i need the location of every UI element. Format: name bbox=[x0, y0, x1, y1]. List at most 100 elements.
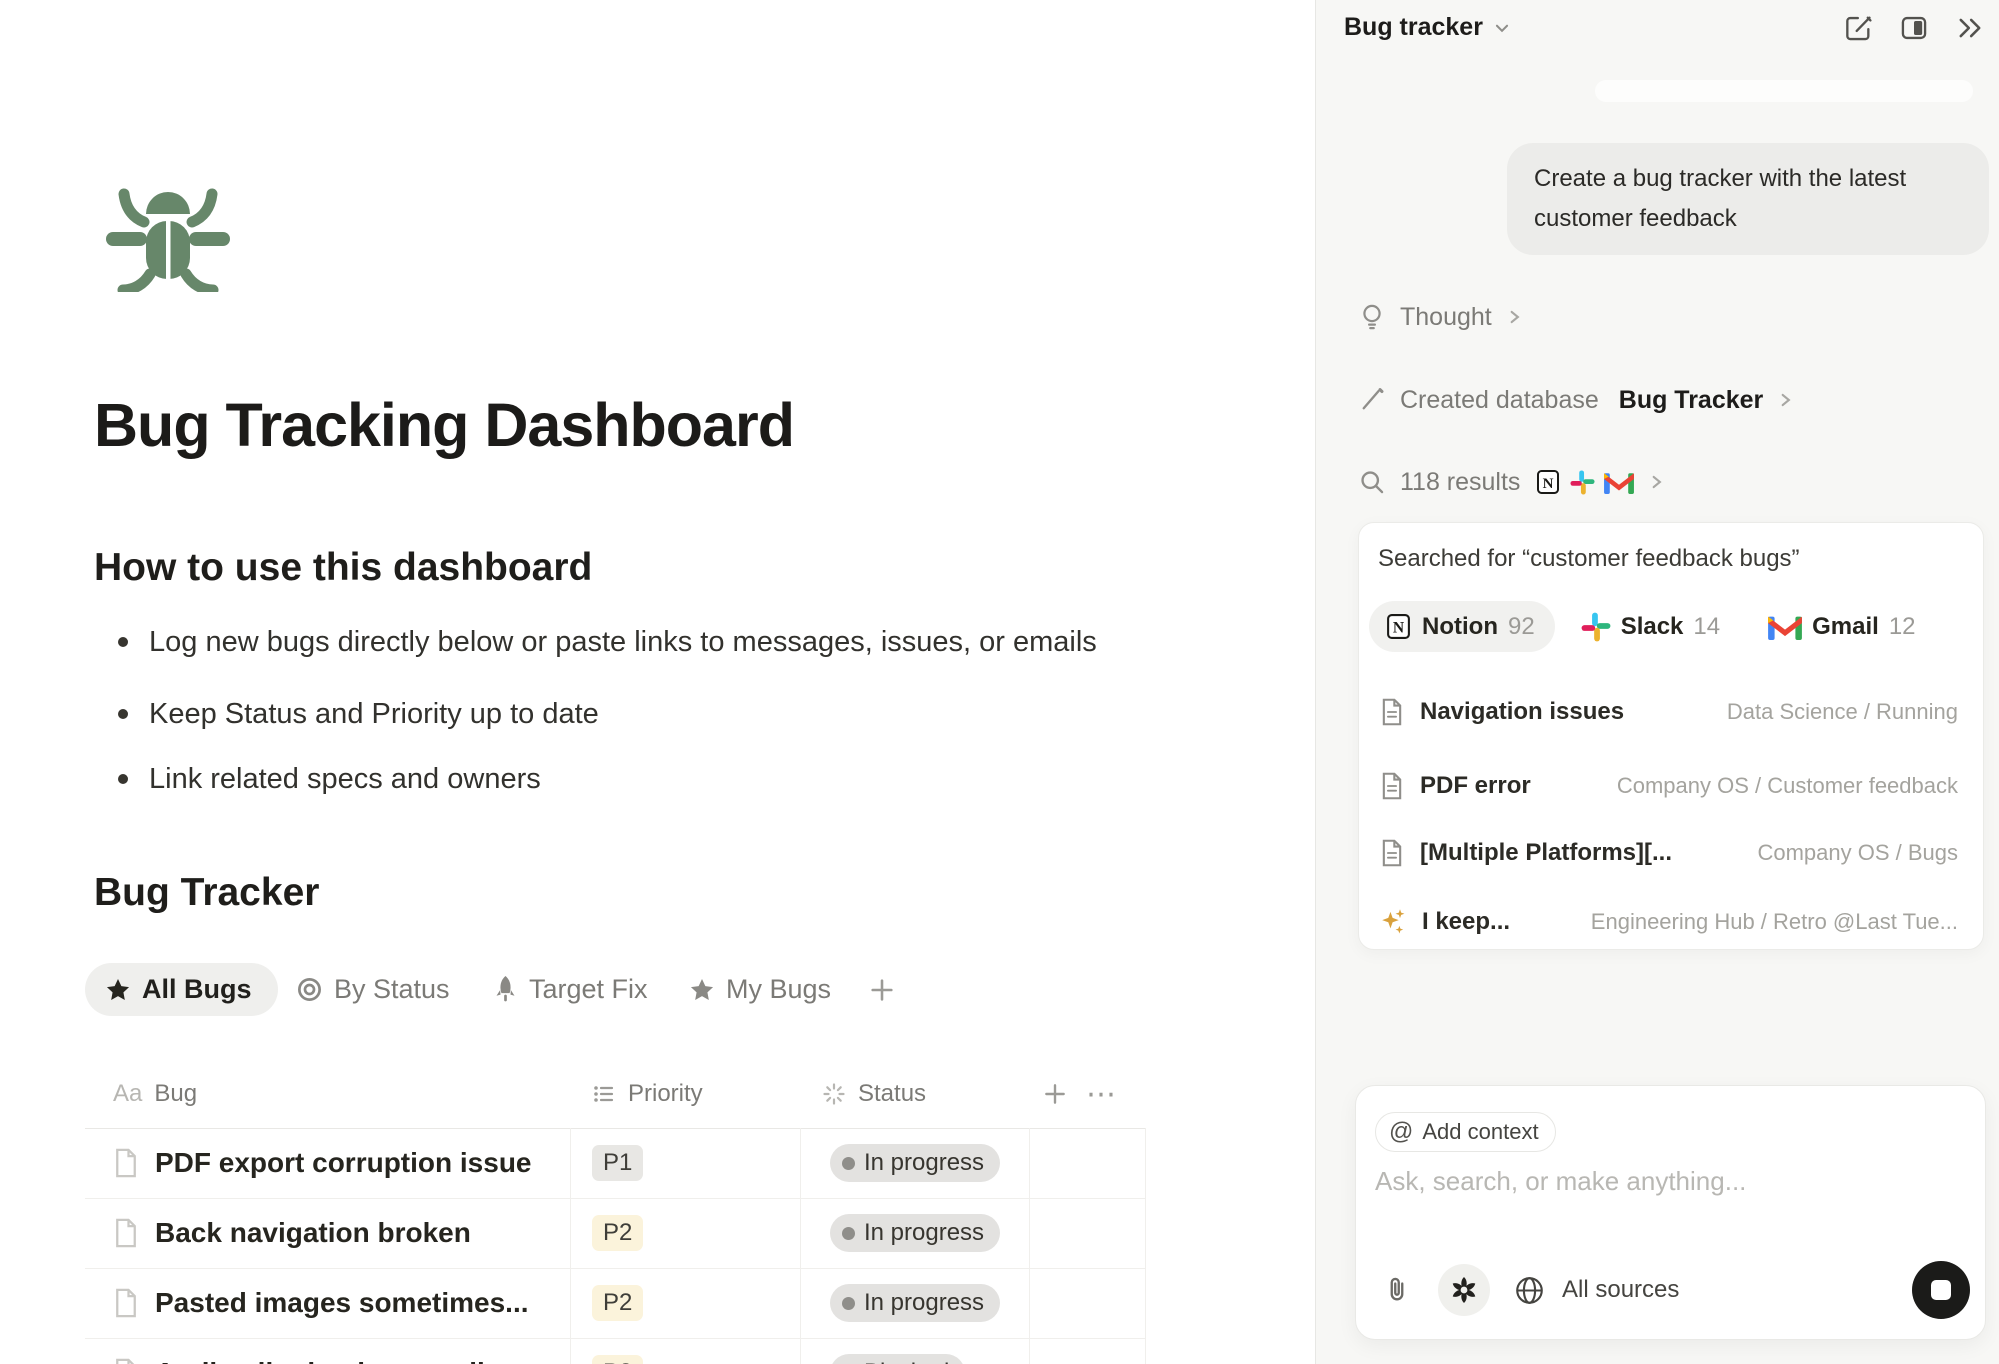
column-label: Priority bbox=[628, 1080, 703, 1108]
column-label: Status bbox=[858, 1080, 926, 1108]
tab-label: My Bugs bbox=[726, 974, 831, 1005]
result-title: [Multiple Platforms][... bbox=[1420, 839, 1672, 867]
panel-title: Bug tracker bbox=[1344, 13, 1483, 42]
stop-button[interactable] bbox=[1912, 1261, 1970, 1319]
priority-badge[interactable]: P2 bbox=[592, 1285, 643, 1321]
search-card-title: Searched for “customer feedback bugs” bbox=[1378, 545, 1800, 573]
tab-label: All Bugs bbox=[142, 974, 252, 1005]
bug-page-icon[interactable] bbox=[100, 180, 236, 292]
howto-bullet: Link related specs and owners bbox=[94, 763, 541, 796]
tab-target-fix[interactable]: Target Fix bbox=[493, 963, 648, 1016]
step-thought[interactable]: Thought bbox=[1359, 300, 1522, 334]
slack-icon bbox=[1570, 470, 1595, 495]
source-count: 14 bbox=[1693, 613, 1720, 641]
notion-icon: N bbox=[1535, 469, 1561, 495]
select-property-icon bbox=[592, 1082, 616, 1106]
composer-input[interactable]: Ask, search, or make anything... bbox=[1375, 1166, 1746, 1197]
at-icon: @ bbox=[1389, 1118, 1413, 1146]
page-icon bbox=[113, 1358, 139, 1364]
column-header-bug[interactable]: Aa Bug bbox=[113, 1066, 197, 1122]
source-chip-notion[interactable]: N Notion 92 bbox=[1369, 601, 1555, 652]
tab-all-bugs[interactable]: All Bugs bbox=[85, 963, 278, 1016]
page-icon bbox=[113, 1288, 139, 1318]
all-sources-button[interactable]: All sources bbox=[1562, 1276, 1679, 1304]
howto-heading: How to use this dashboard bbox=[94, 546, 592, 590]
howto-bullet: Keep Status and Priority up to date bbox=[94, 698, 599, 731]
target-icon bbox=[296, 976, 323, 1003]
step-search-results[interactable]: 118 results N bbox=[1359, 465, 1664, 499]
window: Bug Tracking Dashboard How to use this d… bbox=[0, 0, 1999, 1364]
add-context-button[interactable]: @ Add context bbox=[1375, 1112, 1556, 1152]
source-chips: N Notion 92 Slack 14 Gmail bbox=[1369, 601, 1916, 652]
scrolled-message-remnant bbox=[1595, 80, 1973, 102]
add-view-button[interactable] bbox=[868, 963, 896, 1016]
notion-icon: N bbox=[1385, 613, 1412, 640]
table-row[interactable]: PDF export corruption issue P1 In progre… bbox=[85, 1128, 1145, 1198]
search-result-item[interactable]: [Multiple Platforms][... Company OS / Bu… bbox=[1359, 836, 1985, 870]
add-column-button[interactable] bbox=[1042, 1066, 1068, 1122]
status-badge[interactable]: Blocked bbox=[830, 1354, 965, 1364]
svg-text:N: N bbox=[1393, 620, 1405, 637]
attachment-icon[interactable] bbox=[1384, 1276, 1410, 1304]
tracker-heading: Bug Tracker bbox=[94, 871, 319, 915]
panel-toggle-icon[interactable] bbox=[1900, 14, 1928, 42]
howto-bullet: Log new bugs directly below or paste lin… bbox=[94, 626, 1097, 659]
sparkle-icon bbox=[1380, 908, 1406, 936]
star-icon bbox=[105, 977, 131, 1003]
divider bbox=[1145, 1128, 1146, 1364]
composer-toolbar: All sources bbox=[1384, 1261, 1970, 1319]
status-property-icon bbox=[822, 1082, 846, 1106]
plus-icon bbox=[868, 976, 896, 1004]
column-header-status[interactable]: Status bbox=[822, 1066, 926, 1122]
status-badge[interactable]: In progress bbox=[830, 1214, 1000, 1252]
tab-my-bugs[interactable]: My Bugs bbox=[689, 963, 831, 1016]
chevron-right-icon bbox=[1778, 391, 1793, 409]
svg-text:N: N bbox=[1543, 476, 1554, 492]
tab-by-status[interactable]: By Status bbox=[296, 963, 450, 1016]
ai-side-panel: Bug tracker Create a bug tracker with th… bbox=[1315, 0, 1999, 1364]
search-result-item[interactable]: PDF error Company OS / Customer feedback bbox=[1359, 769, 1985, 803]
result-path: Company OS / Customer feedback bbox=[1617, 773, 1958, 799]
page-title: Bug Tracking Dashboard bbox=[94, 390, 794, 460]
step-target: Bug Tracker bbox=[1619, 386, 1764, 415]
panel-title-menu[interactable]: Bug tracker bbox=[1344, 13, 1511, 42]
search-result-item[interactable]: Navigation issues Data Science / Running bbox=[1359, 695, 1985, 729]
source-chip-gmail[interactable]: Gmail 12 bbox=[1768, 613, 1915, 641]
source-name: Slack bbox=[1621, 613, 1684, 641]
step-label: Thought bbox=[1400, 303, 1492, 332]
chevron-right-icon bbox=[1507, 308, 1522, 326]
column-header-priority[interactable]: Priority bbox=[592, 1066, 703, 1122]
source-chip-slack[interactable]: Slack 14 bbox=[1581, 612, 1720, 642]
gmail-icon bbox=[1768, 614, 1802, 640]
document-icon bbox=[1380, 772, 1404, 800]
tab-label: Target Fix bbox=[529, 974, 648, 1005]
table-row[interactable]: Pasted images sometimes... P2 In progres… bbox=[85, 1268, 1145, 1338]
status-badge[interactable]: In progress bbox=[830, 1144, 1000, 1182]
column-label: Bug bbox=[154, 1080, 197, 1108]
collapse-panel-icon[interactable] bbox=[1955, 14, 1985, 42]
table-row[interactable]: Audio clipping in recordings P2 Blocked bbox=[85, 1338, 1145, 1364]
result-title: I keep... bbox=[1422, 908, 1510, 936]
rocket-icon bbox=[493, 976, 518, 1003]
composer: @ Add context Ask, search, or make anyth… bbox=[1355, 1085, 1986, 1340]
bug-title: Audio clipping in recordings bbox=[155, 1357, 535, 1364]
status-badge[interactable]: In progress bbox=[830, 1284, 1000, 1322]
table-more-button[interactable]: ⋯ bbox=[1086, 1066, 1118, 1122]
source-count: 92 bbox=[1508, 613, 1535, 641]
openai-model-button[interactable] bbox=[1438, 1264, 1490, 1316]
bug-title: PDF export corruption issue bbox=[155, 1147, 532, 1179]
globe-icon bbox=[1515, 1276, 1544, 1305]
compose-icon[interactable] bbox=[1845, 14, 1873, 42]
gmail-icon bbox=[1604, 471, 1634, 494]
tab-label: By Status bbox=[334, 974, 450, 1005]
priority-badge[interactable]: P2 bbox=[592, 1215, 643, 1251]
priority-badge[interactable]: P2 bbox=[592, 1355, 643, 1364]
result-title: Navigation issues bbox=[1420, 698, 1624, 726]
priority-badge[interactable]: P1 bbox=[592, 1145, 643, 1181]
source-name: Gmail bbox=[1812, 613, 1879, 641]
openai-icon bbox=[1449, 1275, 1479, 1305]
search-result-item[interactable]: I keep... Engineering Hub / Retro @Last … bbox=[1359, 905, 1985, 939]
step-created-database[interactable]: Created database Bug Tracker bbox=[1359, 383, 1793, 417]
table-row[interactable]: Back navigation broken P2 In progress bbox=[85, 1198, 1145, 1268]
result-path: Company OS / Bugs bbox=[1757, 840, 1958, 866]
